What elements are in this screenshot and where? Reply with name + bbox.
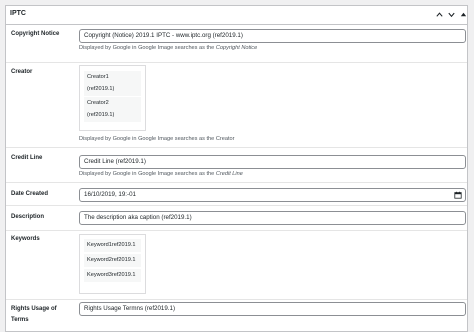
panel-header: IPTC (6, 6, 467, 25)
creator-row: Creator Creator1 (ref2019.1) Creator2 (r… (6, 63, 467, 148)
creator-item-name: Creator1 (87, 74, 109, 80)
creator-item-ref: (ref2019.1) (87, 86, 115, 92)
triangle-up-icon (460, 12, 467, 17)
toggle-panel-button[interactable] (458, 9, 467, 20)
panel-title: IPTC (10, 10, 26, 17)
keywords-row: Keywords Keyword1ref2019.1 Keyword2ref20… (6, 231, 467, 300)
rights-label-line1: Rights Usage of (11, 306, 57, 312)
keywords-label: Keywords (11, 236, 40, 242)
iptc-panel: IPTC Copyright Notice Copyright (Notice)… (5, 5, 468, 332)
copyright-row: Copyright Notice Copyright (Notice) 2019… (6, 26, 467, 63)
keywords-list[interactable]: Keyword1ref2019.1 Keyword2ref2019.1 Keyw… (79, 234, 146, 294)
credit-label: Credit Line (11, 155, 43, 161)
copyright-description: Displayed by Google in Google Image sear… (79, 45, 257, 51)
creator-item-1[interactable]: Creator1 (ref2019.1) (84, 71, 141, 96)
credit-row: Credit Line Credit Line (ref2019.1) Disp… (6, 148, 467, 183)
copyright-label: Copyright Notice (11, 31, 60, 37)
chevron-down-icon (448, 12, 455, 18)
creator-item-ref: (ref2019.1) (87, 112, 115, 118)
rights-label-line2: Terms (11, 317, 29, 323)
rights-input[interactable]: Rights Usage Termns (ref2019.1) (79, 302, 466, 316)
creator-item-2[interactable]: Creator2 (ref2019.1) (84, 97, 141, 122)
description-label: Description (11, 214, 45, 220)
creator-list[interactable]: Creator1 (ref2019.1) Creator2 (ref2019.1… (79, 65, 146, 131)
rights-label: Rights Usage of Terms (11, 304, 57, 326)
description-input[interactable]: The description aka caption (ref2019.1) (79, 211, 466, 225)
move-up-button[interactable] (434, 9, 445, 20)
credit-description: Displayed by Google in Google Image sear… (79, 171, 243, 177)
description-row: Description The description aka caption … (6, 206, 467, 231)
credit-desc-text: Displayed by Google in Google Image sear… (79, 171, 216, 177)
move-down-button[interactable] (446, 9, 457, 20)
copyright-input[interactable]: Copyright (Notice) 2019.1 IPTC - www.ipt… (79, 29, 466, 43)
keyword-item-3[interactable]: Keyword3ref2019.1 (84, 269, 141, 282)
date-created-input[interactable]: 16/10/2019, 19:-01 (79, 188, 466, 202)
keyword-item-2[interactable]: Keyword2ref2019.1 (84, 254, 141, 267)
date-created-row: Date Created 16/10/2019, 19:-01 (6, 183, 467, 206)
credit-desc-em: Credit Line (215, 171, 243, 177)
copyright-desc-text: Displayed by Google in Google Image sear… (79, 45, 216, 51)
calendar-icon[interactable] (454, 191, 462, 199)
creator-item-name: Creator2 (87, 100, 109, 106)
date-created-label: Date Created (11, 191, 49, 197)
copyright-desc-em: Copyright Notice (215, 45, 258, 51)
creator-description: Displayed by Google in Google Image sear… (79, 136, 235, 142)
chevron-up-icon (436, 12, 443, 17)
keyword-item-1[interactable]: Keyword1ref2019.1 (84, 239, 141, 252)
date-created-value: 16/10/2019, 19:-01 (84, 191, 136, 198)
creator-label: Creator (11, 69, 33, 75)
rights-row: Rights Usage of Terms Rights Usage Termn… (6, 300, 467, 331)
credit-input[interactable]: Credit Line (ref2019.1) (79, 155, 466, 169)
